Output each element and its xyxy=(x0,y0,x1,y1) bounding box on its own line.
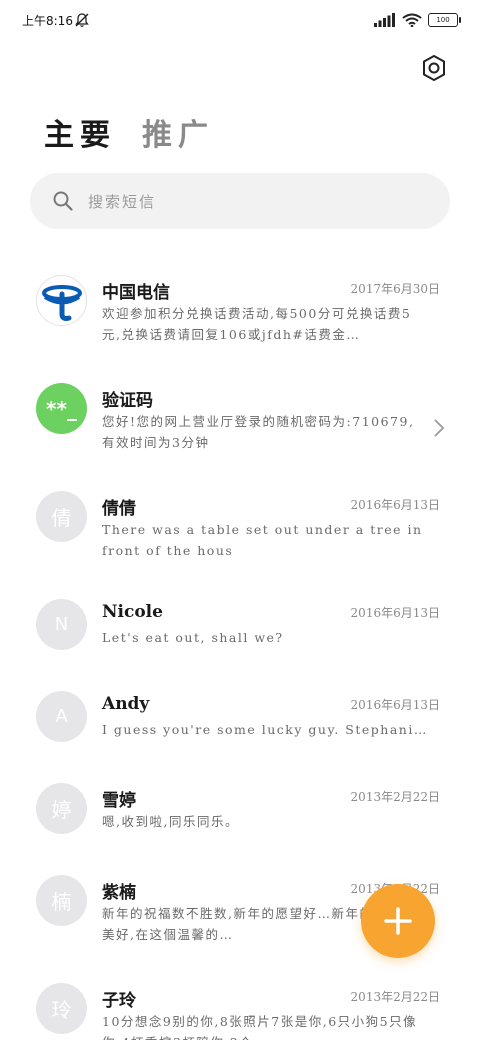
avatar: N xyxy=(36,599,87,650)
mute-icon xyxy=(75,13,89,27)
message-date: 2017年6月30日 xyxy=(350,282,440,296)
avatar: 玲 xyxy=(36,983,87,1034)
avatar: A xyxy=(36,691,87,742)
battery-icon: 100 xyxy=(428,13,461,27)
avatar-initial: 婷 xyxy=(51,798,72,822)
avatar-initial: A xyxy=(55,706,68,727)
battery-level: 100 xyxy=(436,16,450,24)
sender-name: 雪婷 xyxy=(102,791,136,811)
tab-bar: 主要 推广 xyxy=(44,110,214,154)
sender-name: 倩倩 xyxy=(102,499,136,519)
message-date: 2013年2月22日 xyxy=(350,790,440,804)
sender-name: 中国电信 xyxy=(102,283,170,303)
new-message-button[interactable] xyxy=(361,884,435,958)
avatar: **_ xyxy=(36,383,87,434)
message-preview: 欢迎参加积分兑换话费活动,每500分可兑换话费5元,兑换话费请回复106或jfd… xyxy=(102,306,412,342)
settings-icon xyxy=(423,55,445,81)
status-indicators: 100 xyxy=(374,12,461,28)
sender-name: Nicole xyxy=(102,602,163,622)
message-item-andy[interactable]: A Andy 2016年6月13日 I guess you're some lu… xyxy=(0,691,480,791)
message-item-nicole[interactable]: N Nicole 2016年6月13日 Let's eat out, shall… xyxy=(0,599,480,699)
status-bar: 上午8:16 100 xyxy=(0,0,480,40)
sender-name: 验证码 xyxy=(102,391,153,411)
chevron-right-icon xyxy=(434,419,445,437)
tab-promotions[interactable]: 推广 xyxy=(142,110,214,154)
search-input[interactable]: 搜索短信 xyxy=(30,173,450,229)
message-preview: There was a table set out under a tree i… xyxy=(102,522,423,558)
tab-primary[interactable]: 主要 xyxy=(44,110,116,154)
wifi-icon xyxy=(402,13,422,27)
settings-button[interactable] xyxy=(418,52,450,84)
avatar-initial: 玲 xyxy=(51,998,72,1022)
avatar: 楠 xyxy=(36,875,87,926)
avatar-initial: 楠 xyxy=(51,890,72,914)
search-icon xyxy=(53,191,73,211)
message-date: 2016年6月13日 xyxy=(350,606,440,620)
plus-icon xyxy=(384,907,412,935)
sender-name: Andy xyxy=(102,694,150,714)
message-date: 2016年6月13日 xyxy=(350,498,440,512)
message-date: 2013年2月22日 xyxy=(350,990,440,1004)
message-preview: 10分想念9别的你,8张照片7张是你,6只小狗5只像你,4杯香槟3杯陪你,2个… xyxy=(102,1014,418,1040)
signal-icon xyxy=(374,13,395,27)
sender-name: 紫楠 xyxy=(102,883,136,903)
avatar-initial: **_ xyxy=(46,396,77,421)
message-item-ziling[interactable]: 玲 子玲 2013年2月22日 10分想念9别的你,8张照片7张是你,6只小狗5… xyxy=(0,983,480,1040)
message-preview: I guess you're some lucky guy. Stephanie… xyxy=(102,722,423,737)
search-placeholder: 搜索短信 xyxy=(88,192,157,211)
status-time: 上午8:16 xyxy=(22,14,73,28)
avatar-initial: 倩 xyxy=(51,506,72,530)
message-item-qianqian[interactable]: 倩 倩倩 2016年6月13日 There was a table set ou… xyxy=(0,491,480,591)
message-preview: Let's eat out, shall we? xyxy=(102,630,284,645)
avatar: 倩 xyxy=(36,491,87,542)
message-item-xueting[interactable]: 婷 雪婷 2013年2月22日 嗯,收到啦,同乐同乐。 xyxy=(0,783,480,883)
message-preview: 嗯,收到啦,同乐同乐。 xyxy=(102,814,239,829)
avatar: 婷 xyxy=(36,783,87,834)
message-item-verification-code[interactable]: **_ 验证码 您好!您的网上营业厅登录的随机密码为:710679,有效时间为3… xyxy=(0,383,480,483)
avatar-initial: N xyxy=(54,614,69,635)
message-date: 2016年6月13日 xyxy=(350,698,440,712)
message-item-china-telecom[interactable]: 中国电信 2017年6月30日 欢迎参加积分兑换话费活动,每500分可兑换话费5… xyxy=(0,275,480,375)
china-telecom-logo-icon xyxy=(36,275,87,326)
sender-name: 子玲 xyxy=(102,991,136,1011)
message-preview: 您好!您的网上营业厅登录的随机密码为:710679,有效时间为3分钟 xyxy=(102,414,415,450)
